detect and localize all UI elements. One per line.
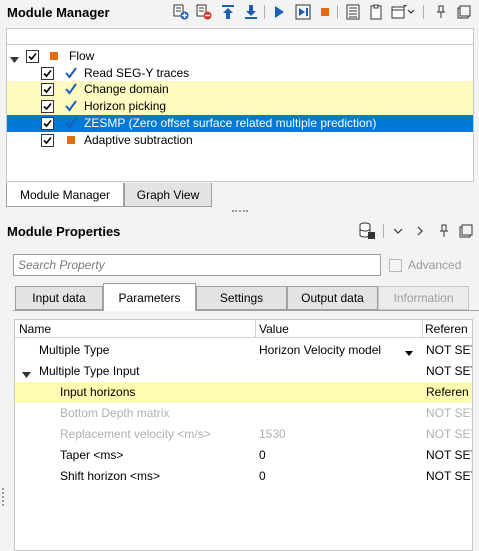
- item-checkbox[interactable]: [41, 67, 54, 80]
- property-row-multiple-type-input[interactable]: Multiple Type Input NOT SET: [15, 361, 473, 382]
- status-check-icon: [65, 117, 77, 132]
- tree-item-label: Horizon picking: [84, 99, 167, 113]
- status-check-icon: [65, 67, 77, 82]
- tab-output-data[interactable]: Output data: [287, 286, 378, 310]
- tab-label: Information: [393, 291, 454, 305]
- dropdown-arrow-icon[interactable]: [405, 346, 413, 360]
- expand-arrow-icon[interactable]: [22, 368, 31, 382]
- float-icon[interactable]: [456, 4, 472, 20]
- splitter-grip[interactable]: [232, 210, 248, 212]
- tab-label: Output data: [301, 291, 364, 305]
- property-name: Shift horizon <ms>: [60, 469, 161, 483]
- root-checkbox[interactable]: [26, 50, 39, 63]
- tab-graph-view[interactable]: Graph View: [124, 183, 212, 207]
- property-name: Replacement velocity <m/s>: [60, 427, 211, 441]
- stop-icon[interactable]: [317, 4, 333, 20]
- tree-item-label: Change domain: [84, 82, 169, 96]
- property-name: Multiple Type Input: [39, 364, 140, 378]
- column-header-reference[interactable]: Referen: [425, 320, 468, 338]
- item-checkbox[interactable]: [41, 117, 54, 130]
- left-splitter-grip[interactable]: [2, 488, 4, 506]
- column-header-value[interactable]: Value: [259, 320, 289, 338]
- status-check-icon: [65, 83, 77, 98]
- property-name: Multiple Type: [39, 343, 110, 357]
- taper-value-field[interactable]: 0: [259, 445, 266, 466]
- window-menu-chevron-icon[interactable]: [406, 4, 416, 20]
- property-grid[interactable]: Name Value Referen Multiple Type Horizon…: [14, 319, 473, 551]
- property-reference: NOT SET: [426, 469, 473, 483]
- property-name: Bottom Depth matrix: [60, 406, 170, 420]
- tab-module-manager[interactable]: Module Manager: [6, 183, 124, 207]
- module-properties-title: Module Properties: [7, 224, 121, 239]
- shift-horizon-value-field[interactable]: 0: [259, 466, 266, 487]
- tab-settings[interactable]: Settings: [196, 286, 287, 310]
- status-check-icon: [65, 100, 77, 115]
- tab-label: Graph View: [136, 187, 200, 202]
- tab-label: Settings: [219, 291, 264, 305]
- tab-label: Parameters: [118, 290, 181, 305]
- tab-input-data[interactable]: Input data: [15, 286, 103, 310]
- chevron-down-icon[interactable]: [390, 223, 406, 239]
- move-down-icon[interactable]: [243, 4, 259, 20]
- property-row-shift-horizon[interactable]: Shift horizon <ms> 0 NOT SET: [15, 466, 473, 487]
- tree-item-change-domain[interactable]: Change domain: [7, 81, 473, 98]
- tree-item-label: ZESMP (Zero offset surface related multi…: [84, 116, 377, 130]
- chevron-right-icon[interactable]: [412, 223, 428, 239]
- window-menu-icon[interactable]: [391, 4, 407, 20]
- item-checkbox[interactable]: [41, 83, 54, 96]
- item-checkbox[interactable]: [41, 134, 54, 147]
- remove-module-icon[interactable]: [196, 4, 212, 20]
- column-header-name[interactable]: Name: [19, 320, 51, 338]
- property-row-replacement-velocity: Replacement velocity <m/s> 1530 NOT SET: [15, 424, 473, 445]
- advanced-checkbox[interactable]: [389, 259, 402, 272]
- run-step-icon[interactable]: [295, 4, 311, 20]
- property-reference: NOT SET: [426, 364, 473, 378]
- clipboard-icon[interactable]: [368, 4, 384, 20]
- move-up-icon[interactable]: [220, 4, 236, 20]
- property-reference: NOT SET: [426, 343, 473, 357]
- tab-information: Information: [378, 286, 469, 310]
- module-manager-title: Module Manager: [7, 5, 110, 20]
- property-reference: NOT SET: [426, 448, 473, 462]
- database-icon[interactable]: [358, 222, 376, 240]
- tree-root-row[interactable]: Flow: [7, 48, 473, 65]
- add-module-icon[interactable]: [173, 4, 189, 20]
- property-reference: NOT SET: [426, 427, 473, 441]
- property-value: 1530: [259, 427, 286, 441]
- property-name: Taper <ms>: [60, 448, 124, 462]
- property-row-multiple-type[interactable]: Multiple Type Horizon Velocity model NOT…: [15, 340, 473, 361]
- pin-icon[interactable]: [433, 4, 449, 20]
- search-property-input[interactable]: Search Property: [13, 254, 381, 276]
- property-row-input-horizons[interactable]: Input horizons Referen: [15, 382, 472, 403]
- property-row-taper[interactable]: Taper <ms> 0 NOT SET: [15, 445, 473, 466]
- grid-header: Name Value Referen: [15, 320, 472, 338]
- float-icon[interactable]: [458, 223, 474, 239]
- status-square-icon: [67, 136, 75, 144]
- tree-root-label: Flow: [69, 49, 95, 63]
- tab-parameters[interactable]: Parameters: [103, 283, 196, 311]
- tree-header-strip: [6, 28, 474, 44]
- flow-square-icon: [50, 52, 58, 60]
- tree-item-horizon-picking[interactable]: Horizon picking: [7, 98, 473, 115]
- tab-content-border: [13, 310, 479, 311]
- property-name: Input horizons: [60, 385, 136, 399]
- item-checkbox[interactable]: [41, 100, 54, 113]
- module-tree[interactable]: Flow Read SEG-Y traces Change domain Hor…: [6, 44, 474, 182]
- tree-item-zesmp[interactable]: ZESMP (Zero offset surface related multi…: [7, 115, 473, 132]
- tree-item-read-segy[interactable]: Read SEG-Y traces: [7, 65, 473, 82]
- pin-icon[interactable]: [436, 223, 452, 239]
- tree-item-label: Read SEG-Y traces: [84, 66, 190, 80]
- log-icon[interactable]: [345, 4, 361, 20]
- property-reference: NOT SET: [426, 406, 473, 420]
- tab-label: Module Manager: [19, 187, 111, 202]
- tree-item-adaptive-subtraction[interactable]: Adaptive subtraction: [7, 132, 473, 149]
- tab-label: Input data: [32, 291, 86, 305]
- multiple-type-select[interactable]: Horizon Velocity model: [259, 340, 381, 361]
- property-row-bottom-depth-matrix: Bottom Depth matrix NOT SET: [15, 403, 473, 424]
- run-icon[interactable]: [271, 4, 287, 20]
- advanced-label: Advanced: [408, 258, 462, 272]
- property-reference: Referen: [426, 385, 469, 399]
- tree-item-label: Adaptive subtraction: [84, 133, 193, 147]
